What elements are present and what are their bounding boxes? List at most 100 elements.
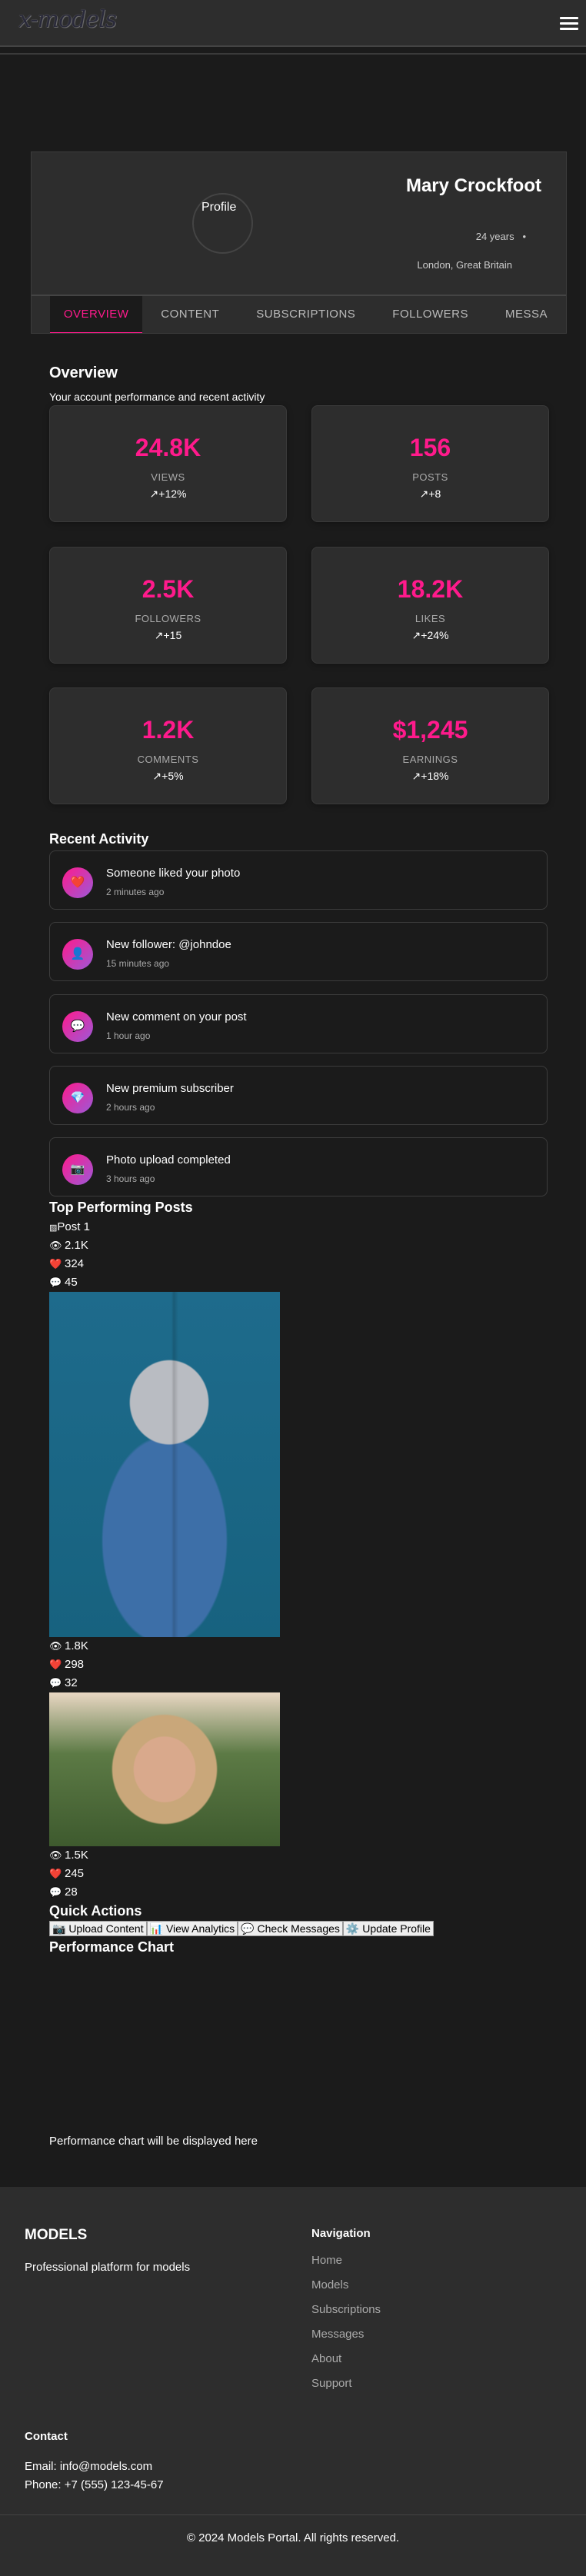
activity-item[interactable]: ❤️ Someone liked your photo 2 minutes ago bbox=[49, 850, 548, 910]
logo[interactable]: x-models bbox=[18, 6, 117, 33]
heart-icon: ❤️ bbox=[49, 1659, 62, 1670]
recent-activity-title: Recent Activity bbox=[49, 831, 149, 847]
tab-followers[interactable]: FOLLOWERS bbox=[374, 296, 487, 333]
post-stats: 👁 1.5K ❤️ 245 💬 28 bbox=[49, 1846, 434, 1902]
post-stats: 👁 1.8K ❤️ 298 💬 32 bbox=[49, 1637, 434, 1692]
stat-label: POSTS bbox=[412, 471, 448, 483]
stat-card-comments: 1.2K COMMENTS ↗+5% bbox=[49, 687, 287, 804]
likes-count: 324 bbox=[65, 1257, 85, 1270]
stat-value: $1,245 bbox=[392, 716, 468, 744]
tab-content[interactable]: CONTENT bbox=[142, 296, 238, 333]
activity-item[interactable]: 💬 New comment on your post 1 hour ago bbox=[49, 993, 548, 1053]
stat-card-views: 24.8K VIEWS ↗+12% bbox=[49, 405, 287, 522]
stat-change: ↗+24% bbox=[411, 629, 449, 641]
broken-image-icon: ▨ bbox=[49, 1223, 58, 1233]
check-messages-button[interactable]: 💬 Check Messages bbox=[238, 1921, 343, 1936]
divider bbox=[0, 53, 586, 55]
view-analytics-button[interactable]: 📊 View Analytics bbox=[146, 1921, 238, 1936]
stat-change: ↗+12% bbox=[149, 488, 187, 500]
heart-icon: ❤️ bbox=[62, 867, 93, 898]
footer-brand: MODELS bbox=[25, 2227, 88, 2243]
stat-label: LIKES bbox=[415, 613, 446, 624]
eye-icon: 👁 bbox=[49, 1240, 62, 1251]
post-1-alt: Post 1 bbox=[57, 1220, 90, 1233]
comment-icon: 💬 bbox=[49, 1276, 62, 1288]
stat-card-posts: 156 POSTS ↗+8 bbox=[311, 405, 549, 522]
hamburger-menu-icon[interactable] bbox=[560, 17, 578, 31]
footer-link-about[interactable]: About bbox=[311, 2352, 381, 2377]
likes-count: 298 bbox=[65, 1658, 85, 1671]
footer-tagline: Professional platform for models bbox=[25, 2261, 191, 2274]
quick-actions-title: Quick Actions bbox=[49, 1903, 142, 1919]
post-views: 👁 1.8K bbox=[49, 1637, 434, 1656]
footer-link-messages[interactable]: Messages bbox=[311, 2328, 381, 2352]
heart-icon: ❤️ bbox=[49, 1258, 62, 1270]
footer: MODELS Professional platform for models … bbox=[0, 2187, 586, 2576]
activity-item[interactable]: 📷 Photo upload completed 3 hours ago bbox=[49, 1137, 548, 1197]
eye-icon: 👁 bbox=[49, 1640, 62, 1652]
post-stats: 👁 2.1K ❤️ 324 💬 45 bbox=[49, 1236, 434, 1292]
overview-subtitle: Your account performance and recent acti… bbox=[49, 391, 265, 403]
tab-subscriptions[interactable]: SUBSCRIPTIONS bbox=[238, 296, 374, 333]
activity-item[interactable]: 💎 New premium subscriber 2 hours ago bbox=[49, 1065, 548, 1125]
post-likes: ❤️ 245 bbox=[49, 1865, 434, 1883]
diamond-icon: 💎 bbox=[62, 1082, 93, 1113]
stat-value: 2.5K bbox=[142, 575, 195, 603]
stat-value: 1.2K bbox=[142, 716, 195, 744]
footer-link-models[interactable]: Models bbox=[311, 2278, 381, 2303]
tab-messages[interactable]: MESSA bbox=[487, 296, 566, 333]
comments-count: 32 bbox=[65, 1676, 78, 1689]
post-1-image-broken[interactable]: ▨Post 1 bbox=[49, 1218, 434, 1236]
footer-link-subscriptions[interactable]: Subscriptions bbox=[311, 2303, 381, 2328]
separator-dot: • bbox=[522, 231, 526, 242]
post-comments: 💬 28 bbox=[49, 1883, 434, 1902]
activity-item[interactable]: 👤 New follower: @johndoe 15 minutes ago bbox=[49, 922, 548, 982]
stat-label: FOLLOWERS bbox=[135, 613, 201, 624]
activity-time: 15 minutes ago bbox=[106, 958, 170, 970]
post-2-image[interactable] bbox=[49, 1292, 280, 1637]
profile-name: Mary Crockfoot bbox=[405, 175, 541, 196]
stat-card-likes: 18.2K LIKES ↗+24% bbox=[311, 547, 549, 664]
camera-icon: 📷 bbox=[62, 1154, 93, 1186]
footer-nav: Home Models Subscriptions Messages About… bbox=[311, 2254, 381, 2401]
overview-title: Overview bbox=[49, 364, 118, 381]
stat-label: VIEWS bbox=[151, 471, 185, 483]
activity-time: 2 minutes ago bbox=[106, 887, 165, 897]
views-count: 2.1K bbox=[65, 1239, 88, 1252]
footer-link-home[interactable]: Home bbox=[311, 2254, 381, 2278]
stat-card-followers: 2.5K FOLLOWERS ↗+15 bbox=[49, 547, 287, 664]
activity-text: Photo upload completed bbox=[106, 1153, 231, 1167]
footer-link-support[interactable]: Support bbox=[311, 2377, 381, 2401]
footer-divider bbox=[0, 2514, 586, 2515]
footer-contact-title: Contact bbox=[25, 2430, 68, 2443]
profile-card: Profile Mary Crockfoot 24 years • London… bbox=[31, 151, 567, 334]
stat-change: ↗+8 bbox=[419, 488, 441, 500]
eye-icon: 👁 bbox=[49, 1849, 62, 1861]
heart-icon: ❤️ bbox=[49, 1868, 62, 1879]
tab-overview[interactable]: OVERVIEW bbox=[50, 296, 143, 333]
upload-content-button[interactable]: 📷 Upload Content bbox=[49, 1921, 147, 1936]
stat-label: COMMENTS bbox=[137, 754, 199, 765]
views-count: 1.8K bbox=[65, 1639, 88, 1652]
post-views: 👁 2.1K bbox=[49, 1236, 434, 1255]
stat-change: ↗+5% bbox=[152, 770, 184, 782]
footer-phone: Phone: +7 (555) 123-45-67 bbox=[25, 2478, 164, 2491]
stat-value: 24.8K bbox=[135, 434, 201, 461]
post-comments: 💬 45 bbox=[49, 1273, 434, 1292]
post-3-image[interactable] bbox=[49, 1692, 280, 1846]
copyright: © 2024 Models Portal. All rights reserve… bbox=[186, 2531, 400, 2544]
activity-text: New comment on your post bbox=[106, 1010, 247, 1023]
stat-change: ↗+18% bbox=[411, 770, 449, 782]
activity-text: Someone liked your photo bbox=[106, 867, 241, 880]
age-text: 24 years bbox=[475, 231, 514, 242]
activity-time: 3 hours ago bbox=[106, 1173, 155, 1185]
comments-count: 45 bbox=[65, 1276, 78, 1289]
profile-tabs: OVERVIEW CONTENT SUBSCRIPTIONS FOLLOWERS… bbox=[32, 295, 566, 333]
user-icon: 👤 bbox=[62, 939, 93, 970]
post-likes: ❤️ 298 bbox=[49, 1656, 434, 1674]
update-profile-button[interactable]: ⚙️ Update Profile bbox=[342, 1921, 434, 1936]
post-comments: 💬 32 bbox=[49, 1674, 434, 1692]
performance-chart-title: Performance Chart bbox=[49, 1939, 175, 1955]
avatar-alt-text: Profile bbox=[201, 201, 237, 214]
stat-label: EARNINGS bbox=[402, 754, 458, 765]
